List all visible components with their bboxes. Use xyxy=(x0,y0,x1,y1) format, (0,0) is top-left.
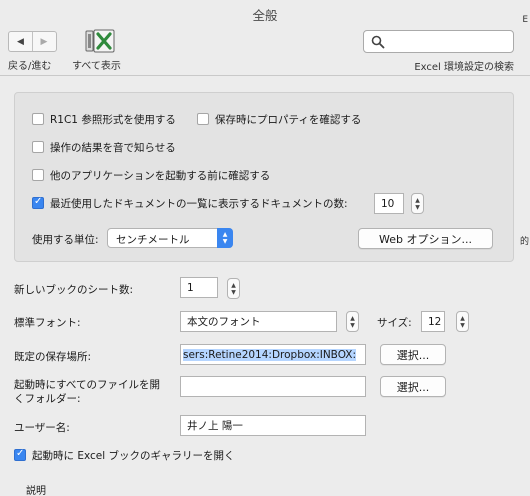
r1c1-label: R1C1 参照形式を使用する xyxy=(50,114,176,126)
font-label: 標準フォント: xyxy=(14,317,81,329)
startup-folder-label-line2: くフォルダー: xyxy=(14,393,81,405)
recent-docs-stepper[interactable]: ▲ ▼ xyxy=(411,193,424,214)
recent-docs-count-field[interactable]: 10 xyxy=(374,193,404,214)
prompt-properties-label: 保存時にプロパティを確認する xyxy=(215,114,362,126)
stepper-down-icon[interactable]: ▼ xyxy=(231,289,236,296)
stepper-down-icon[interactable]: ▼ xyxy=(350,322,355,329)
gallery-label: 起動時に Excel ブックのギャラリーを開く xyxy=(32,450,235,462)
username-label: ユーザー名: xyxy=(14,422,70,434)
save-location-label: 既定の保存場所: xyxy=(14,351,92,363)
select-startup-folder-button[interactable]: 選択... xyxy=(380,376,446,397)
startup-folder-field[interactable] xyxy=(180,376,366,397)
show-all-label: すべて表示 xyxy=(72,61,121,72)
back-forward-label: 戻る/進む xyxy=(8,61,52,72)
sheets-stepper[interactable]: ▲ ▼ xyxy=(227,278,240,299)
confirm-other-apps-label: 他のアプリケーションを起動する前に確認する xyxy=(50,170,271,182)
recent-docs-count-value: 10 xyxy=(381,197,395,210)
save-location-field[interactable]: sers:Retine2014:Dropbox:INBOX: xyxy=(180,344,366,365)
description-label: 説明 xyxy=(26,486,46,496)
prompt-properties-checkbox[interactable] xyxy=(197,113,209,125)
sheets-label: 新しいブックのシート数: xyxy=(14,284,134,296)
clipped-background-text: 的 xyxy=(519,237,529,247)
sheets-field[interactable]: 1 xyxy=(180,277,218,298)
back-arrow-icon[interactable]: ◀ xyxy=(9,32,32,51)
excel-show-all-icon[interactable] xyxy=(85,28,117,54)
font-value: 本文のフォント xyxy=(187,316,261,328)
username-value: 井ノ上 陽一 xyxy=(187,420,243,432)
stepper-up-icon[interactable]: ▲ xyxy=(460,315,465,322)
clipped-background-text: E xyxy=(522,15,528,25)
feedback-sound-checkbox[interactable] xyxy=(32,141,44,153)
unit-label: 使用する単位: xyxy=(32,234,99,246)
stepper-up-icon[interactable]: ▲ xyxy=(350,315,355,322)
unit-select-value: センチメートル xyxy=(116,234,190,246)
size-stepper[interactable]: ▲ ▼ xyxy=(456,311,469,332)
recent-docs-checkbox[interactable] xyxy=(32,196,44,209)
stepper-up-icon[interactable]: ▲ xyxy=(231,282,236,289)
startup-folder-label-line1: 起動時にすべてのファイルを開 xyxy=(14,379,160,391)
size-value: 12 xyxy=(428,315,442,328)
stepper-up-icon[interactable]: ▲ xyxy=(415,197,420,204)
window-title: 全般 xyxy=(252,8,278,23)
feedback-sound-label: 操作の結果を音で知らせる xyxy=(50,142,176,154)
select-save-location-button[interactable]: 選択... xyxy=(380,344,446,365)
stepper-down-icon[interactable]: ▼ xyxy=(460,322,465,329)
gallery-checkbox[interactable] xyxy=(14,448,26,461)
sheets-value: 1 xyxy=(187,281,194,294)
confirm-other-apps-checkbox[interactable] xyxy=(32,169,44,181)
size-label: サイズ: xyxy=(377,317,412,329)
web-options-button[interactable]: Web オプション... xyxy=(358,228,493,249)
r1c1-checkbox[interactable] xyxy=(32,113,44,125)
unit-select[interactable]: センチメートル ▲ ▼ xyxy=(107,228,233,248)
font-field[interactable]: 本文のフォント xyxy=(180,311,337,332)
search-label: Excel 環境設定の検索 xyxy=(414,62,514,73)
forward-arrow-icon[interactable]: ▶ xyxy=(32,32,55,51)
recent-docs-label: 最近使用したドキュメントの一覧に表示するドキュメントの数: xyxy=(50,198,348,210)
font-stepper[interactable]: ▲ ▼ xyxy=(346,311,359,332)
back-forward-control[interactable]: ◀ ▶ xyxy=(8,31,57,52)
search-icon xyxy=(371,35,385,49)
toolbar-divider xyxy=(0,75,530,76)
select-arrows-icon: ▲ ▼ xyxy=(217,228,233,248)
search-input[interactable] xyxy=(363,30,514,53)
save-location-value: sers:Retine2014:Dropbox:INBOX: xyxy=(183,348,357,361)
username-field[interactable]: 井ノ上 陽一 xyxy=(180,415,366,436)
stepper-down-icon[interactable]: ▼ xyxy=(415,204,420,211)
size-field[interactable]: 12 xyxy=(421,311,445,332)
